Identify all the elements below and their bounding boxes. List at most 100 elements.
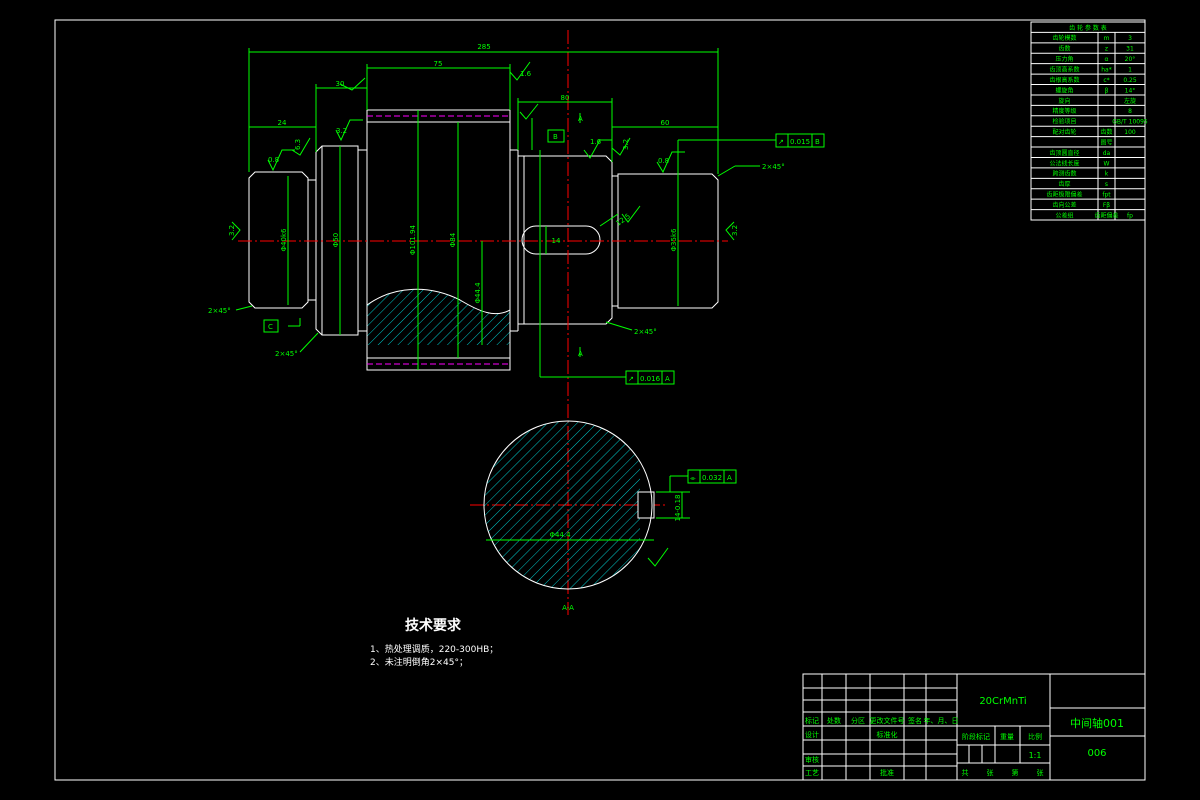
dim-right-end: 60 [661, 119, 670, 127]
roughness-c: 1.6 [520, 70, 532, 78]
dim-key-width: 14 [552, 237, 561, 245]
dim-section-dia: Φ44.4 [474, 282, 482, 304]
tb-mark: 标记 [805, 716, 819, 725]
params-row-value: 3 [1128, 35, 1132, 42]
params-row-name: 齿向公差 [1052, 201, 1076, 209]
params-row-value: 100 [1124, 129, 1136, 136]
tb-sheet-unit: 张 [1037, 768, 1044, 777]
params-row-symbol: z [1105, 46, 1108, 53]
params-row-value: 31 [1126, 46, 1134, 53]
drawing-frame [54, 19, 1146, 781]
tol-section-sym: ⌯ [690, 474, 696, 482]
params-row-name: 齿数 [1058, 45, 1070, 53]
params-row-value: 14° [1125, 87, 1136, 94]
chamfer-lower-right: 2×45° [634, 328, 657, 336]
params-row-name: 公差组 [1055, 211, 1073, 219]
params-row-name: 配对齿轮 [1052, 128, 1076, 136]
roughness-j: 3.2 [622, 139, 630, 150]
tb-change-doc: 更改文件号 [870, 716, 905, 725]
params-row-name: 螺旋角 [1055, 86, 1073, 94]
roughness-f: 3.2 [228, 225, 236, 236]
tb-scale-label: 比例 [1028, 732, 1042, 741]
chamfer-right: 2×45° [762, 163, 785, 171]
tol-right-ref: B [815, 138, 820, 146]
params-row-symbol: s [1105, 181, 1108, 188]
params-row-name: 齿厚 [1058, 180, 1070, 188]
scale-value: 1:1 [1029, 751, 1042, 760]
dim-bearing-dia: Φ40k6 [280, 228, 288, 251]
tb-standard: 标准化 [877, 730, 898, 739]
params-row-symbol: 图号 [1100, 139, 1112, 146]
tech-req-item-2: 2、未注明倒角2×45°； [370, 656, 468, 668]
params-row-symbol: α [1105, 56, 1109, 63]
roughness-b: 3.2 [336, 127, 347, 135]
params-row-value: fp [1127, 212, 1133, 219]
section-mark-bottom: A [578, 350, 583, 358]
params-row-name: 齿轮模数 [1052, 34, 1076, 42]
dim-gear-dia: Φ101.94 [409, 224, 417, 255]
params-row-value: 1 [1128, 67, 1132, 74]
params-row-name: 精度等级 [1052, 107, 1076, 115]
section-name: A-A [562, 604, 574, 612]
params-row-symbol: 齿距偏差 [1094, 211, 1118, 219]
params-row-symbol: k [1105, 171, 1109, 178]
params-row-symbol: fpt [1102, 192, 1111, 199]
params-row-value: 20° [1125, 56, 1136, 63]
dim-shoulder-dia: Φ50 [332, 233, 340, 247]
params-row-value: GB/T 10095 [1112, 119, 1148, 126]
section-mark-top: A [578, 115, 583, 123]
tb-sheet-no: 第 [1012, 768, 1019, 777]
tol-mid-val: 0.016 [640, 375, 661, 383]
dim-left-shoulder: 30 [336, 80, 345, 88]
roughness-g: 3.2 [731, 225, 739, 236]
tol-section-ref: A [727, 474, 732, 482]
params-row-name: 检验项目 [1052, 118, 1076, 126]
params-row-symbol: Fβ [1103, 202, 1110, 209]
drawing-number: 006 [1087, 748, 1106, 759]
dim-root-dia: Φ84 [449, 232, 457, 247]
params-row-symbol: 齿数 [1100, 128, 1112, 136]
tb-weight: 重量 [1000, 733, 1014, 741]
tol-right-val: 0.015 [790, 138, 810, 146]
tb-sheets-unit: 张 [987, 768, 994, 777]
params-row-name: 齿顶圆直径 [1049, 149, 1079, 157]
tech-req-title: 技术要求 [405, 617, 462, 634]
params-row-symbol: da [1103, 150, 1111, 157]
datum-c-box: C [268, 323, 273, 331]
params-row-name: 齿根高系数 [1049, 76, 1079, 84]
params-row-value: 0.25 [1123, 77, 1137, 84]
keyway-depth: 14-0.18 [674, 494, 682, 521]
tb-sheets-total: 共 [962, 768, 969, 777]
params-row-value: 左旋 [1124, 97, 1136, 105]
params-row-symbol: c* [1103, 77, 1109, 84]
dim-overall-length: 285 [477, 43, 490, 51]
params-row-symbol: ha* [1101, 67, 1111, 74]
roughness-i: 6.3 [294, 139, 302, 150]
tb-date: 年、月、日 [924, 716, 959, 725]
tol-mid-ref: A [665, 375, 670, 383]
params-row-name: 压力角 [1055, 55, 1073, 63]
tb-approve: 批准 [880, 768, 894, 777]
roughness-d: 1.6 [590, 138, 602, 146]
tb-stage-mark: 阶段标记 [962, 732, 990, 741]
dim-right-end-dia: Φ35k6 [670, 228, 678, 251]
params-row-value: 8 [1128, 108, 1132, 115]
params-row-symbol: W [1104, 160, 1110, 167]
tol-mid-sym: ↗ [628, 375, 634, 383]
cad-drawing: 齿 轮 参 数 表齿轮模数 m 3 齿数 z 31 压力角 α 20° 齿顶高系数 ha* 1 齿根高系… [54, 19, 1148, 781]
dim-left-end: 24 [278, 119, 287, 127]
material: 20CrMnTi [979, 696, 1026, 707]
params-row-name: 齿顶高系数 [1049, 66, 1079, 74]
datum-b-box: B [553, 133, 558, 141]
params-row-name: 公法线长度 [1049, 159, 1079, 167]
params-row-name: 跨测齿数 [1052, 170, 1076, 178]
tb-count: 处数 [827, 716, 841, 725]
params-row-name: 齿距极限偏差 [1046, 191, 1082, 199]
tb-process: 工艺 [805, 769, 819, 777]
chamfer-lower-left1: 2×45° [208, 307, 231, 315]
params-row-symbol: β [1105, 87, 1109, 94]
params-row-name: 旋向 [1058, 97, 1070, 105]
params-table-header: 齿 轮 参 数 表 [1069, 24, 1107, 32]
section-dia: Φ44.4 [549, 531, 571, 539]
part-name: 中间轴001 [1070, 716, 1124, 730]
